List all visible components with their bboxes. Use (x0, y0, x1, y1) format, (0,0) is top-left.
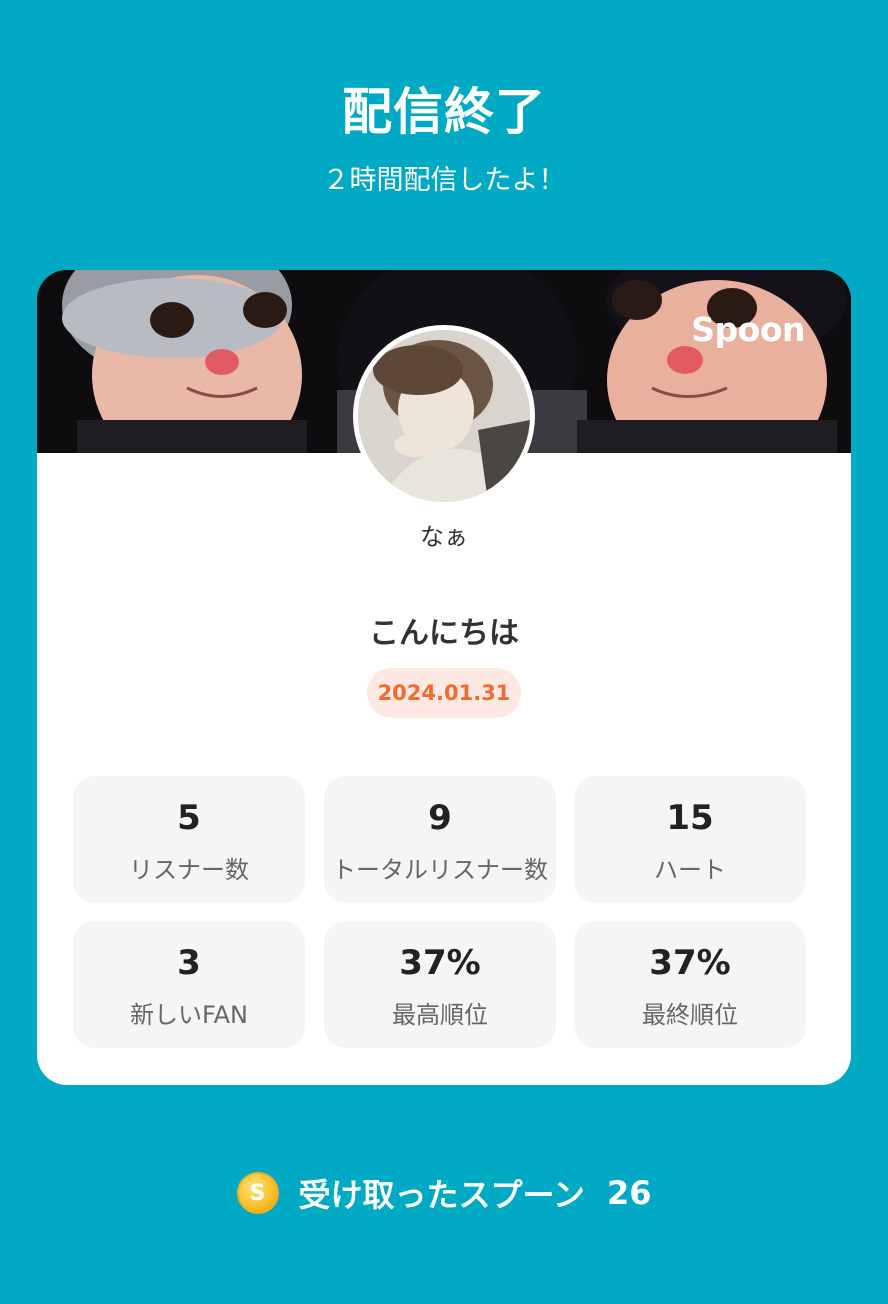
stat-value: 3 (177, 943, 201, 983)
stat-label: ハート (654, 856, 726, 884)
stat-new-fans: 3 新しいFAN (73, 921, 305, 1048)
page-title: 配信終了 (342, 83, 546, 141)
stat-value: 9 (428, 798, 452, 838)
stat-label: トータルリスナー数 (332, 856, 548, 884)
date-badge: 2024.01.31 (367, 668, 521, 718)
avatar-artwork (358, 330, 530, 502)
user-nickname: なぁ (420, 523, 468, 551)
received-spoons-label: 受け取ったスプーン (298, 1176, 585, 1214)
stat-label: 最終順位 (642, 1001, 738, 1029)
stat-listeners: 5 リスナー数 (73, 776, 305, 903)
stat-label: 新しいFAN (130, 1001, 248, 1029)
spoon-logo: Spoon (691, 310, 805, 349)
stat-total-listeners: 9 トータルリスナー数 (324, 776, 556, 903)
stat-final-rank: 37% 最終順位 (574, 921, 806, 1048)
stat-label: リスナー数 (129, 856, 249, 884)
spoon-coin-icon: S (236, 1172, 279, 1214)
broadcast-title: こんにちは (369, 616, 519, 651)
stat-value: 5 (177, 798, 201, 838)
stat-hearts: 15 ハート (574, 776, 806, 903)
stat-value: 15 (666, 798, 714, 838)
received-spoons-row: S 受け取ったスプーン 26 (0, 1170, 888, 1216)
avatar[interactable] (353, 325, 535, 507)
received-spoons-count: 26 (606, 1174, 652, 1212)
stat-value: 37% (399, 943, 481, 983)
stat-highest-rank: 37% 最高順位 (324, 921, 556, 1048)
stat-value: 37% (649, 943, 731, 983)
stat-label: 最高順位 (392, 1001, 488, 1029)
broadcast-summary-card: Spoon なぁ こんにちは 2024.01.31 5 リスナー数 9 トータル… (37, 270, 851, 1085)
broadcast-duration-text: ２時間配信したよ！ (322, 165, 566, 196)
